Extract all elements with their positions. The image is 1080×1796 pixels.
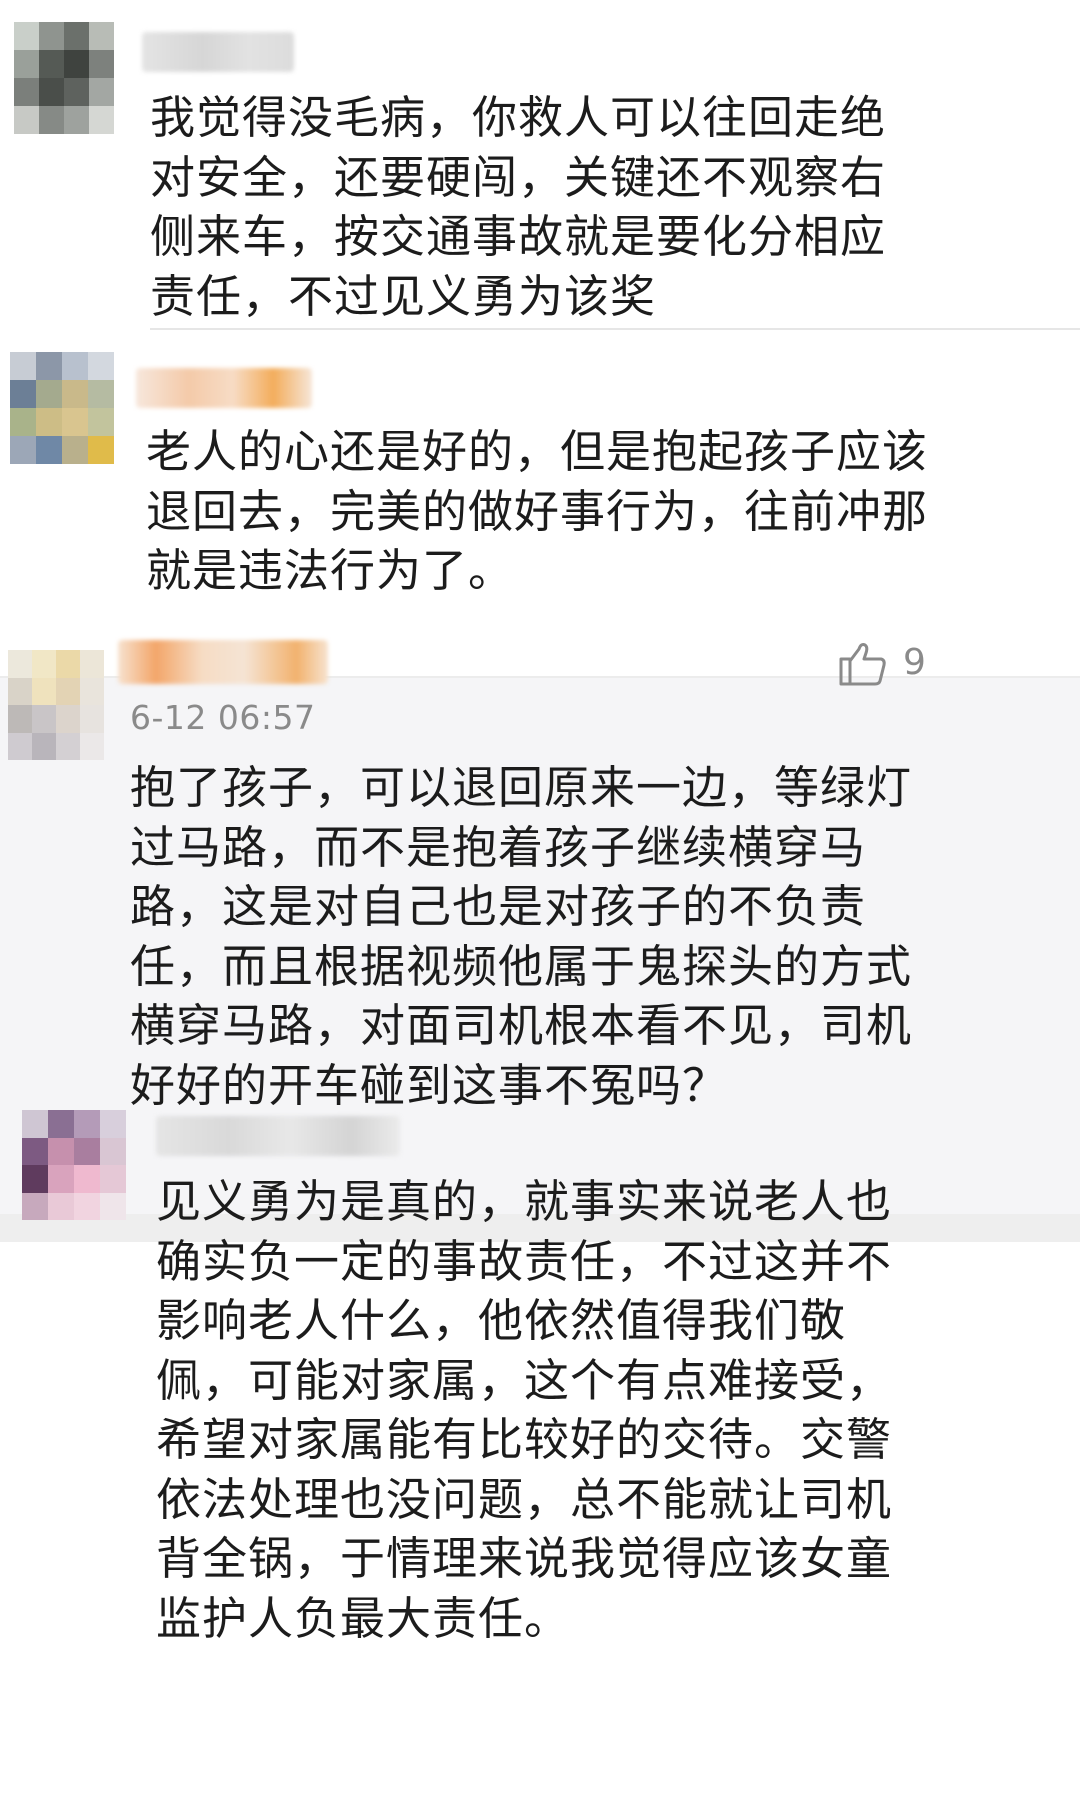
like-count: 9 xyxy=(903,642,926,683)
comment-timestamp: 6-12 06:57 xyxy=(130,698,316,737)
comment-card-2: 老人的心还是好的，但是抱起孩子应该退回去，完美的做好事行为，往前冲那就是违法行为… xyxy=(0,352,1080,676)
comment-text: 抱了孩子，可以退回原来一边，等绿灯过马路，而不是抱着孩子继续横穿马路，这是对自己… xyxy=(130,761,913,1112)
avatar[interactable] xyxy=(8,650,104,760)
username-blurred[interactable] xyxy=(142,32,294,72)
comment-text: 见义勇为是真的，就事实来说老人也确实负一定的事故责任，不过这并不影响老人什么，他… xyxy=(156,1175,893,1645)
avatar[interactable] xyxy=(22,1110,126,1220)
comment-card-4: 见义勇为是真的，就事实来说老人也确实负一定的事故责任，不过这并不影响老人什么，他… xyxy=(0,1110,1080,1796)
avatar[interactable] xyxy=(14,22,114,134)
comment-text: 老人的心还是好的，但是抱起孩子应该退回去，完美的做好事行为，往前冲那就是违法行为… xyxy=(146,425,929,597)
comment-card-1: 我觉得没毛病，你救人可以往回走绝对安全，还要硬闯，关键还不观察右侧来车，按交通事… xyxy=(0,0,1080,380)
divider xyxy=(150,328,1080,330)
avatar[interactable] xyxy=(10,352,114,464)
username-blurred[interactable] xyxy=(118,640,328,684)
username-blurred[interactable] xyxy=(136,368,312,408)
thumbs-up-icon[interactable] xyxy=(838,640,888,688)
username-blurred[interactable] xyxy=(156,1116,400,1156)
comment-text: 我觉得没毛病，你救人可以往回走绝对安全，还要硬闯，关键还不观察右侧来车，按交通事… xyxy=(150,91,887,323)
